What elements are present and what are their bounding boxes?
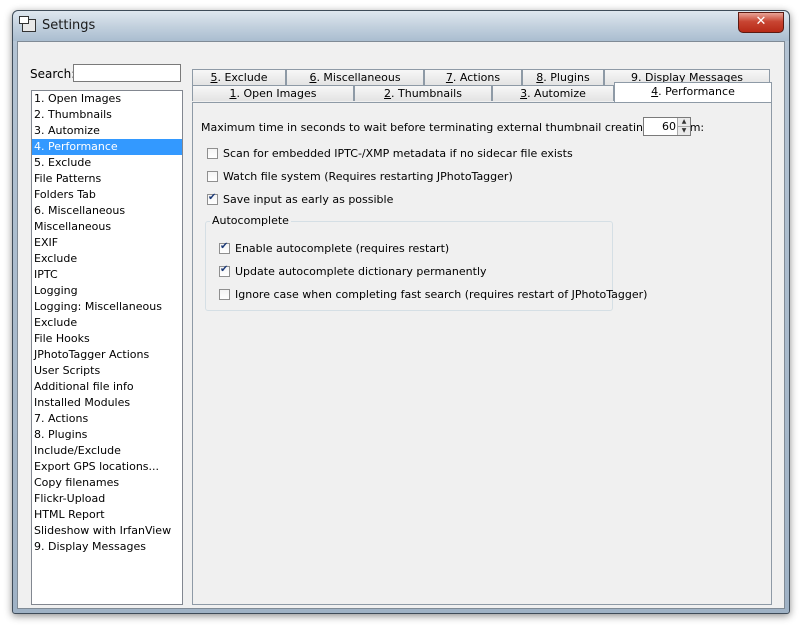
list-item[interactable]: 2. Thumbnails — [32, 107, 182, 123]
list-item[interactable]: Installed Modules — [32, 395, 182, 411]
list-item[interactable]: 6. Miscellaneous — [32, 203, 182, 219]
list-item[interactable]: Copy filenames — [32, 475, 182, 491]
tab-exclude[interactable]: 5. Exclude — [192, 69, 286, 85]
settings-client-area: Search: 1. Open Images 2. Thumbnails 3. … — [17, 41, 785, 609]
option-update-dictionary[interactable]: Update autocomplete dictionary permanent… — [219, 264, 487, 278]
spinner-down-icon[interactable]: ▼ — [677, 127, 690, 135]
list-item[interactable]: Logging — [32, 283, 182, 299]
search-input[interactable] — [73, 64, 181, 82]
max-time-spinner[interactable]: 60 ▲ ▼ — [643, 117, 691, 136]
list-item[interactable]: User Scripts — [32, 363, 182, 379]
close-button[interactable]: ✕ — [738, 12, 784, 33]
ignore-case-checkbox[interactable] — [219, 289, 230, 300]
option-save-input-early[interactable]: Save input as early as possible — [207, 192, 393, 206]
spinner-up-icon[interactable]: ▲ — [677, 118, 690, 127]
list-item[interactable]: 9. Display Messages — [32, 539, 182, 555]
option-enable-autocomplete[interactable]: Enable autocomplete (requires restart) — [219, 241, 449, 255]
option-scan-embedded-metadata[interactable]: Scan for embedded IPTC-/XMP metadata if … — [207, 147, 573, 160]
max-time-value: 60 — [662, 120, 676, 133]
tab-plugins[interactable]: 8. Plugins — [522, 69, 604, 85]
tab-automize[interactable]: 3. Automize — [492, 85, 614, 101]
scan-metadata-checkbox[interactable] — [207, 148, 218, 159]
list-item[interactable]: Additional file info — [32, 379, 182, 395]
list-item[interactable]: 3. Automize — [32, 123, 182, 139]
list-item[interactable]: Exclude — [32, 315, 182, 331]
list-item[interactable]: Include/Exclude — [32, 443, 182, 459]
watch-file-system-checkbox[interactable] — [207, 171, 218, 182]
update-dictionary-checkbox[interactable] — [219, 264, 230, 277]
window-app-icon — [19, 16, 36, 32]
window-title: Settings — [42, 18, 96, 33]
tab-miscellaneous[interactable]: 6. Miscellaneous — [286, 69, 424, 85]
list-item[interactable]: 7. Actions — [32, 411, 182, 427]
list-item[interactable]: 1. Open Images — [32, 91, 182, 107]
tab-actions[interactable]: 7. Actions — [424, 69, 522, 85]
list-item[interactable]: Export GPS locations... — [32, 459, 182, 475]
list-item[interactable]: Exclude — [32, 251, 182, 267]
tab-open-images[interactable]: 1. Open Images — [192, 85, 354, 101]
settings-category-list[interactable]: 1. Open Images 2. Thumbnails 3. Automize… — [31, 90, 183, 605]
list-item[interactable]: File Hooks — [32, 331, 182, 347]
list-item[interactable]: Flickr-Upload — [32, 491, 182, 507]
performance-panel: Maximum time in seconds to wait before t… — [192, 102, 772, 605]
list-item[interactable]: JPhotoTagger Actions — [32, 347, 182, 363]
enable-autocomplete-checkbox[interactable] — [219, 241, 230, 254]
list-item[interactable]: Folders Tab — [32, 187, 182, 203]
list-item[interactable]: Miscellaneous — [32, 219, 182, 235]
option-watch-file-system[interactable]: Watch file system (Requires restarting J… — [207, 170, 513, 183]
autocomplete-group: Autocomplete Enable autocomplete (requir… — [205, 214, 647, 311]
list-item[interactable]: 5. Exclude — [32, 155, 182, 171]
list-item[interactable]: EXIF — [32, 235, 182, 251]
list-item[interactable]: File Patterns — [32, 171, 182, 187]
list-item-selected[interactable]: 4. Performance — [32, 139, 182, 155]
save-input-early-checkbox[interactable] — [207, 192, 218, 205]
title-bar[interactable]: Settings ✕ — [13, 11, 789, 41]
settings-window: Settings ✕ Search: 1. Open Images 2. Thu… — [12, 10, 790, 614]
list-item[interactable]: Logging: Miscellaneous — [32, 299, 182, 315]
autocomplete-group-title: Autocomplete — [210, 214, 291, 227]
search-label: Search: — [30, 67, 76, 81]
max-time-label: Maximum time in seconds to wait before t… — [201, 121, 705, 134]
tab-thumbnails[interactable]: 2. Thumbnails — [354, 85, 492, 101]
list-item[interactable]: 8. Plugins — [32, 427, 182, 443]
list-item[interactable]: HTML Report — [32, 507, 182, 523]
option-ignore-case[interactable]: Ignore case when completing fast search … — [219, 288, 647, 301]
tab-performance[interactable]: 4. Performance — [614, 82, 772, 102]
list-item[interactable]: Slideshow with IrfanView — [32, 523, 182, 539]
list-item[interactable]: IPTC — [32, 267, 182, 283]
close-icon: ✕ — [755, 14, 767, 29]
